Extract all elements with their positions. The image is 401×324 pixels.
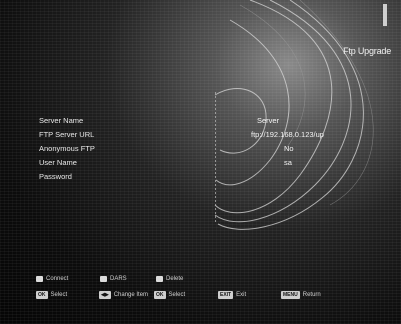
red-square-icon [36,276,43,282]
row-value: ftp://192.168.0.123/up [251,130,324,139]
hint-exit[interactable]: EXIT Exit [218,291,246,299]
tv-screen: Ftp Upgrade Server Name Server FTP Serve… [0,0,401,324]
hint-label: Exit [236,292,247,298]
hint-select[interactable]: OK Select [36,291,67,299]
key-label: Connect [46,276,69,282]
top-right-mark [383,4,387,26]
row-password[interactable]: Password [35,170,365,184]
row-server-name[interactable]: Server Name Server [35,114,365,128]
row-ftp-server-url[interactable]: FTP Server URL ftp://192.168.0.123/up [35,128,365,142]
key-connect[interactable]: Connect [36,276,68,282]
key-label: Delete [166,276,184,282]
row-user-name[interactable]: User Name sa [35,156,365,170]
green-square-icon [100,276,107,282]
page-title: Ftp Upgrade [343,46,391,56]
key-label: DARS [110,276,127,282]
key-dars[interactable]: DARS [100,276,127,282]
row-label: Anonymous FTP [39,144,95,153]
arrows-key-icon: ◀▶ [99,291,111,299]
row-value: No [284,144,294,153]
color-key-legend: Connect DARS Delete [36,276,376,286]
ok-key-icon: OK [154,291,166,299]
exit-key-icon: EXIT [218,291,234,299]
row-value: Server [257,116,280,125]
hint-change-item[interactable]: ◀▶ Change Item [99,291,148,299]
row-label: Password [39,172,72,181]
row-label: FTP Server URL [39,130,95,139]
ok-key-icon: OK [36,291,48,299]
menu-key-icon: MENU [281,291,300,299]
hint-label: Select [50,292,68,298]
hint-select-2[interactable]: OK Select [154,291,185,299]
row-label: Server Name [39,116,84,125]
yellow-square-icon [156,276,163,282]
hint-label: Change Item [113,292,149,298]
hint-label: Select [168,292,186,298]
row-value: sa [284,158,292,167]
hint-return[interactable]: MENU Return [281,291,321,299]
hint-label: Return [302,292,321,298]
row-label: User Name [39,158,77,167]
button-hint-bar: OK Select ◀▶ Change Item OK Select EXIT … [36,291,386,303]
row-anonymous-ftp[interactable]: Anonymous FTP No [35,142,365,156]
key-delete[interactable]: Delete [156,276,183,282]
